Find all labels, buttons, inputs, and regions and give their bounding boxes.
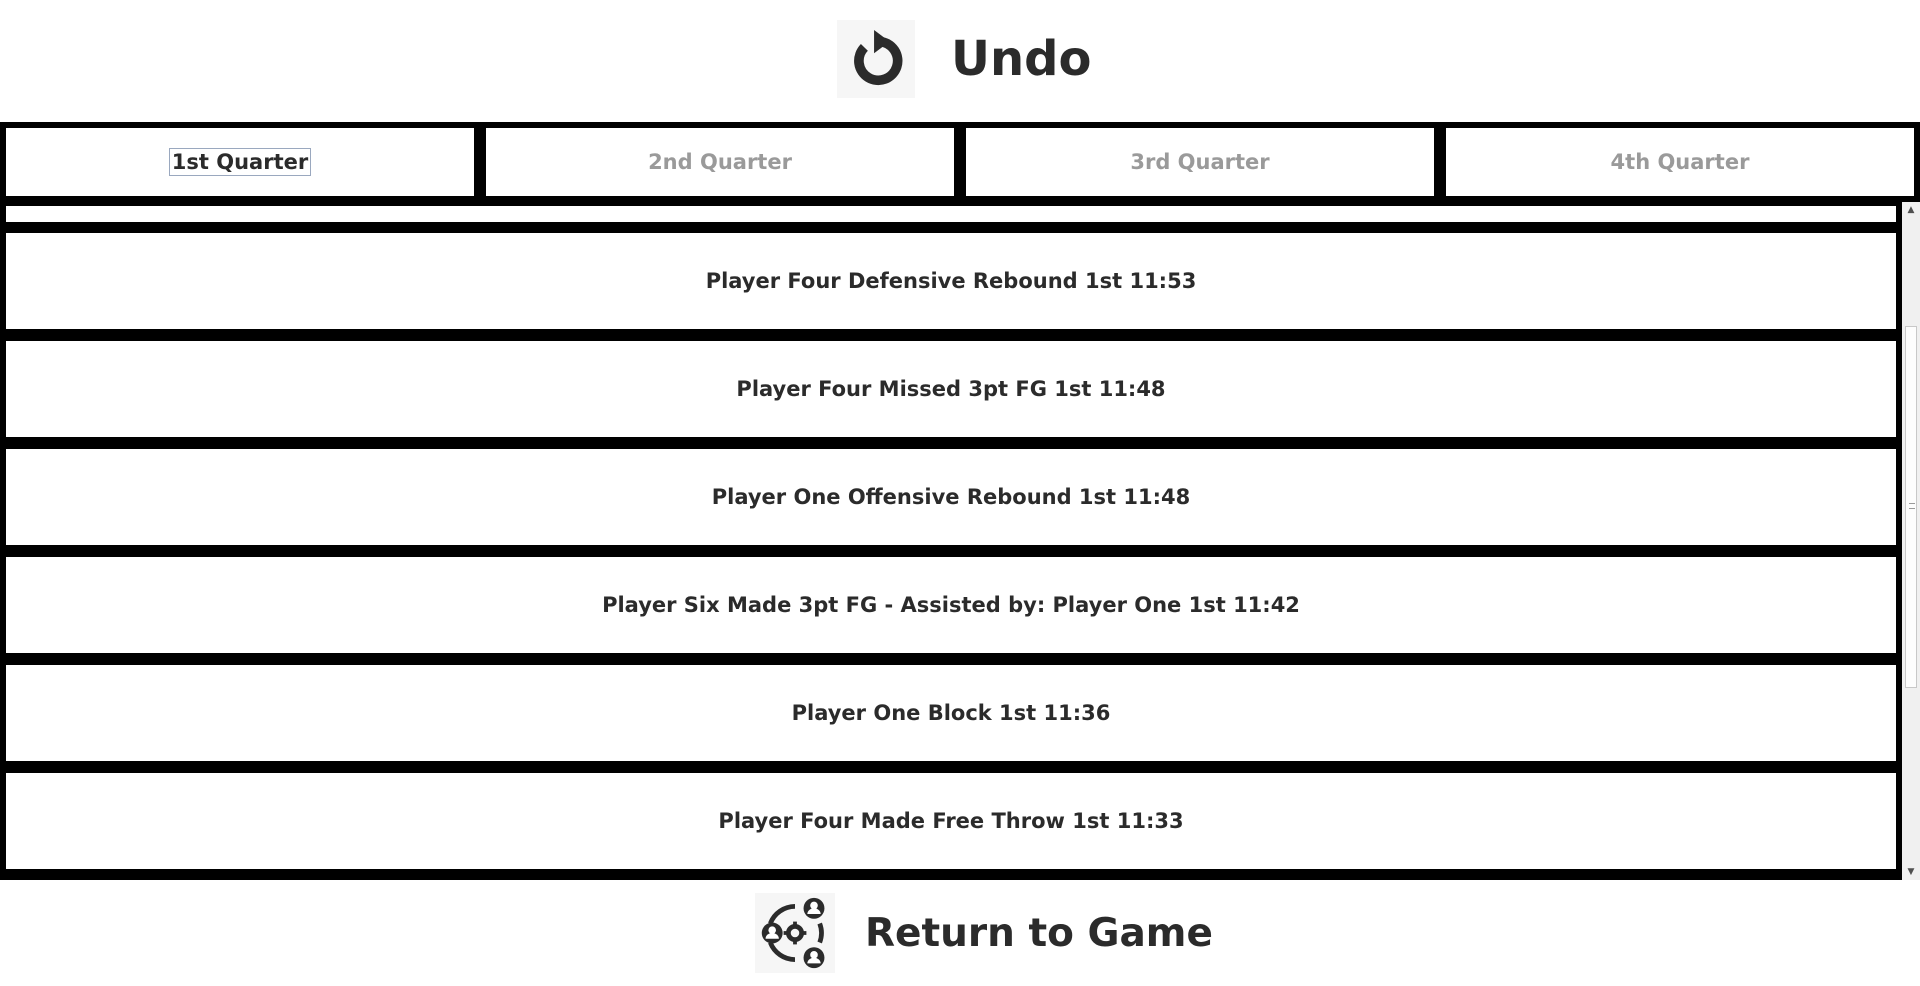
tab-label: 3rd Quarter [1130,150,1270,174]
tab-2nd-quarter[interactable]: 2nd Quarter [486,128,954,196]
play-text: Player One Block 1st 11:36 [791,701,1111,725]
scrollbar-thumb[interactable] [1905,326,1917,688]
play-item[interactable]: Player Four Defensive Rebound 1st 11:53 [6,233,1896,329]
play-text: Player One Offensive Rebound 1st 11:48 [711,485,1191,509]
return-to-game-label: Return to Game [865,910,1213,956]
quarter-tabs: 1st Quarter 2nd Quarter 3rd Quarter 4th … [0,122,1920,202]
undo-icon [837,20,915,98]
tab-label: 1st Quarter [168,148,312,176]
header: Undo [0,0,1920,122]
team-settings-icon [755,893,835,973]
vertical-scrollbar[interactable]: ▲ ▼ [1902,202,1920,880]
play-text: Player Six Made 3pt FG - Assisted by: Pl… [602,593,1300,617]
tab-3rd-quarter[interactable]: 3rd Quarter [966,128,1434,196]
undo-label: Undo [951,31,1092,87]
play-text: Player Four Missed 3pt FG 1st 11:48 [736,377,1166,401]
scroll-down-arrow-icon[interactable]: ▼ [1902,864,1920,880]
play-item[interactable]: Player One Offensive Rebound 1st 11:48 [6,449,1896,545]
play-list-viewport: Player Four Defensive Rebound 1st 11:53 … [0,202,1902,880]
play-item[interactable]: Player Four Missed 3pt FG 1st 11:48 [6,341,1896,437]
return-to-game-button[interactable]: Return to Game [755,893,1213,973]
scroll-up-arrow-icon[interactable]: ▲ [1902,202,1920,218]
tab-label: 4th Quarter [1610,150,1750,174]
tab-label: 2nd Quarter [648,150,792,174]
undo-button[interactable]: Undo [837,20,1091,98]
partial-list-item [6,206,1896,222]
play-item[interactable]: Player Four Made Free Throw 1st 11:33 [6,773,1896,869]
play-text: Player Four Made Free Throw 1st 11:33 [718,809,1184,833]
play-item[interactable]: Player Six Made 3pt FG - Assisted by: Pl… [6,557,1896,653]
grip-icon [1909,503,1915,509]
play-item[interactable]: Player One Block 1st 11:36 [6,665,1896,761]
tab-4th-quarter[interactable]: 4th Quarter [1446,128,1914,196]
play-text: Player Four Defensive Rebound 1st 11:53 [705,269,1197,293]
tab-1st-quarter[interactable]: 1st Quarter [6,128,474,196]
play-list: Player Four Defensive Rebound 1st 11:53 … [0,202,1920,880]
